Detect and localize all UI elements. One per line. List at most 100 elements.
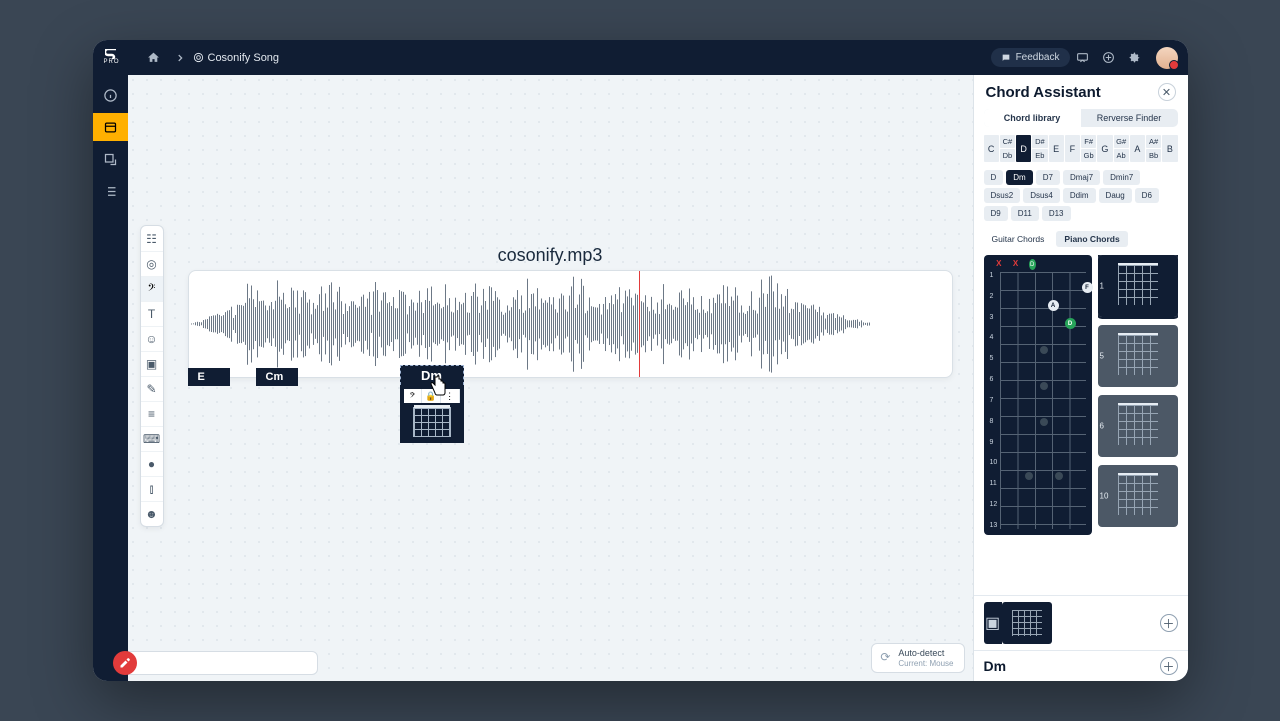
note-D[interactable]: D	[1016, 135, 1031, 162]
control-more-icon[interactable]: ⋮	[441, 389, 460, 403]
tool-music-icon[interactable]: 𝄢	[141, 276, 163, 301]
note-A[interactable]: A	[1130, 135, 1145, 162]
app-window: PRO Cosonify Song Feedback	[93, 40, 1188, 681]
close-icon[interactable]: ✕	[1158, 83, 1176, 101]
note-G#[interactable]: G#	[1114, 135, 1129, 148]
variant-D13[interactable]: D13	[1042, 206, 1071, 221]
variant-Dmin7[interactable]: Dmin7	[1103, 170, 1140, 185]
tool-person-icon[interactable]: ☺	[141, 326, 163, 351]
tab-reverse-finder[interactable]: Rerverse Finder	[1081, 109, 1178, 127]
auto-detect-title: Auto-detect	[898, 648, 953, 658]
share-icon[interactable]	[1096, 45, 1122, 71]
dragged-chord-controls[interactable]: 𝄢 🔒 ⋮	[404, 389, 460, 403]
variant-D9[interactable]: D9	[984, 206, 1008, 221]
chevron-right-icon	[167, 45, 193, 71]
note-Eb[interactable]: Eb	[1032, 149, 1047, 162]
variant-D11[interactable]: D11	[1011, 206, 1039, 221]
note-E[interactable]: E	[1049, 135, 1064, 162]
variant-Ddim[interactable]: Ddim	[1063, 188, 1096, 203]
variant-Dmaj7[interactable]: Dmaj7	[1063, 170, 1100, 185]
playhead[interactable]	[639, 271, 640, 377]
variant-Dsus4[interactable]: Dsus4	[1023, 188, 1060, 203]
fab-draw-icon[interactable]	[113, 651, 137, 675]
note-F[interactable]: F	[1065, 135, 1080, 162]
variant-D7[interactable]: D7	[1036, 170, 1060, 185]
main-fretboard[interactable]: X X D 12345678910111213 F A D	[984, 255, 1092, 535]
note-A#[interactable]: A#	[1146, 135, 1161, 148]
chord-tag-cm[interactable]: Cm	[256, 368, 298, 386]
app-logo: PRO	[103, 49, 121, 67]
chat-icon[interactable]	[1070, 45, 1096, 71]
tool-text-icon[interactable]: T	[141, 301, 163, 326]
bottom-input[interactable]	[128, 651, 318, 675]
variant-D6[interactable]: D6	[1135, 188, 1159, 203]
tool-spotify-icon[interactable]: ●	[141, 451, 163, 476]
dragged-chord-diagram	[413, 407, 451, 437]
variant-Dsus2[interactable]: Dsus2	[984, 188, 1021, 203]
info-icon[interactable]	[93, 81, 128, 109]
note-picker: CC#DbDD#EbEFF#GbGG#AbAA#BbB	[984, 135, 1178, 162]
waveform-card[interactable]	[188, 270, 953, 378]
note-Ab[interactable]: Ab	[1114, 149, 1129, 162]
tool-image-icon[interactable]: ▣	[141, 351, 163, 376]
note-Db[interactable]: Db	[1000, 149, 1015, 162]
selected-chord-name: Dm	[984, 658, 1154, 674]
control-music-icon[interactable]: 𝄢	[404, 389, 423, 403]
note-B[interactable]: B	[1162, 135, 1177, 162]
fret-number: 13	[990, 522, 998, 529]
variant-Daug[interactable]: Daug	[1099, 188, 1132, 203]
tool-keyboard-icon[interactable]: ⌨	[141, 426, 163, 451]
feedback-button[interactable]: Feedback	[991, 48, 1070, 67]
fret-number: 6	[990, 376, 998, 383]
tab-piano[interactable]: Piano Chords	[1056, 231, 1127, 247]
note-F#[interactable]: F#	[1081, 135, 1096, 148]
breadcrumb-page: Cosonify Song	[208, 52, 280, 64]
chord-tag-e[interactable]: E	[188, 368, 230, 386]
auto-detect-sub: Current: Mouse	[898, 659, 953, 668]
variation-3[interactable]: 6	[1098, 395, 1178, 457]
add-button[interactable]: ＋	[1160, 614, 1178, 632]
instrument-tabs: Guitar Chords Piano Chords	[984, 231, 1178, 247]
variation-4[interactable]: 10	[1098, 465, 1178, 527]
tool-bars-icon[interactable]: ≡	[141, 401, 163, 426]
home-icon[interactable]	[141, 45, 167, 71]
canvas[interactable]: ☷ ◎ 𝄢 T ☺ ▣ ✎ ≡ ⌨ ● ⫾ ☻ cosonify.mp3 E C…	[128, 75, 973, 681]
list-icon[interactable]	[93, 177, 128, 205]
finger-label: F	[1082, 282, 1093, 293]
note-D#[interactable]: D#	[1032, 135, 1047, 148]
fret-number: 1	[990, 272, 998, 279]
panel-title: Chord Assistant	[986, 84, 1101, 101]
variant-D[interactable]: D	[984, 170, 1004, 185]
variation-2[interactable]: 5	[1098, 325, 1178, 387]
gear-icon[interactable]	[1122, 45, 1148, 71]
note-Gb[interactable]: Gb	[1081, 149, 1096, 162]
note-G[interactable]: G	[1097, 135, 1112, 162]
tool-robot-icon[interactable]: ☻	[141, 501, 163, 526]
tool-pen-icon[interactable]: ✎	[141, 376, 163, 401]
note-Bb[interactable]: Bb	[1146, 149, 1161, 162]
auto-detect-button[interactable]: Auto-detect Current: Mouse	[871, 643, 964, 673]
tool-chart-icon[interactable]: ⫾	[141, 476, 163, 501]
fret-number: 7	[990, 397, 998, 404]
logo-pro-label: PRO	[103, 59, 119, 65]
fretboard-grid: 12345678910111213 F A D	[1000, 272, 1086, 529]
image-icon[interactable]: ▣	[984, 602, 1002, 644]
variation-1[interactable]: 1	[1098, 255, 1178, 317]
avatar[interactable]	[1156, 47, 1178, 69]
feedback-label: Feedback	[1016, 52, 1060, 63]
note-C#[interactable]: C#	[1000, 135, 1015, 148]
control-lock-icon[interactable]: 🔒	[422, 389, 441, 403]
dragged-chord-card[interactable]: Dm 𝄢 🔒 ⋮	[400, 365, 464, 443]
waveform[interactable]	[189, 271, 952, 377]
tab-guitar[interactable]: Guitar Chords	[984, 231, 1053, 247]
board-icon[interactable]	[93, 113, 128, 141]
variant-Dm[interactable]: Dm	[1006, 170, 1032, 185]
shapes-icon[interactable]	[93, 145, 128, 173]
note-C[interactable]: C	[984, 135, 999, 162]
fret-number: 8	[990, 418, 998, 425]
tab-chord-library[interactable]: Chord library	[984, 109, 1081, 127]
finger-label: A	[1048, 300, 1059, 311]
selected-diagram-thumb[interactable]	[1002, 602, 1052, 644]
add-button[interactable]: ＋	[1160, 657, 1178, 675]
breadcrumb[interactable]: Cosonify Song	[193, 52, 280, 64]
